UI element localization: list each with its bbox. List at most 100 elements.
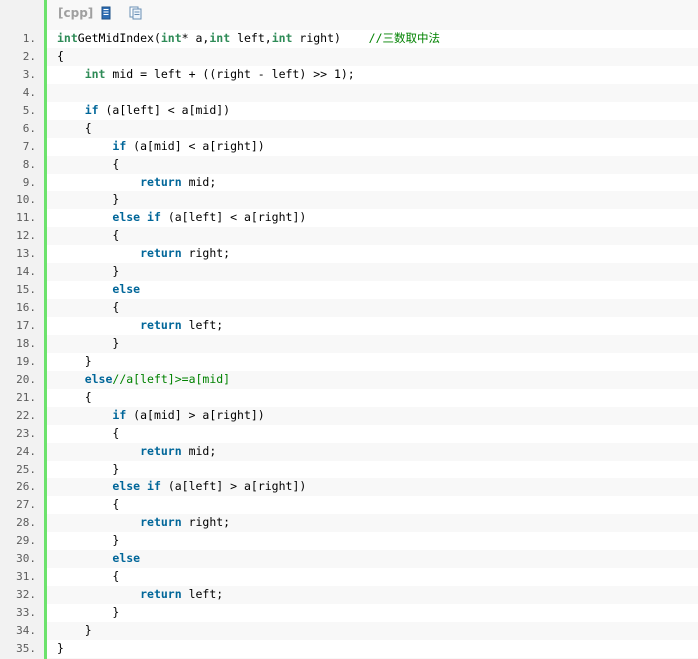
code-line: 8. {: [0, 155, 698, 174]
line-number: 4.: [22, 85, 36, 99]
keyword: return: [140, 587, 182, 602]
code-text: return left;: [47, 586, 698, 604]
code-text: if (a[mid] > a[right]): [47, 406, 698, 425]
code-token: right;: [181, 515, 231, 530]
line-number: 1.: [22, 32, 36, 45]
type-keyword: int: [160, 31, 182, 45]
code-text: }: [47, 334, 698, 353]
line-number: 10.: [16, 193, 36, 207]
copy-icon[interactable]: [129, 6, 143, 20]
code-text: return mid;: [47, 442, 698, 461]
view-source-icon[interactable]: [99, 6, 113, 20]
code-token: (a[mid] > a[right]): [126, 407, 265, 422]
code-text: {: [47, 155, 698, 174]
line-number: 7.: [22, 139, 36, 153]
code-token: {: [112, 300, 120, 315]
keyword: else: [112, 551, 141, 566]
code-token: {: [84, 120, 92, 135]
code-token: left,: [230, 31, 272, 45]
keyword: else: [112, 479, 141, 494]
code-line: 26. else if (a[left] > a[right]): [0, 478, 698, 497]
code-line: 13. return right;: [0, 245, 698, 264]
keyword: else: [112, 282, 141, 297]
code-block: [cpp] 1. intGetMidIndex(int* a,int left,i…: [0, 0, 698, 659]
code-text: {: [47, 227, 698, 246]
code-line: 2. {: [0, 47, 698, 66]
code-line: 28. return right;: [0, 514, 698, 533]
code-text: int mid = left + ((right - left) >> 1);: [47, 65, 698, 84]
code-token: }: [112, 461, 120, 476]
code-token: right): [292, 31, 369, 45]
code-token: left;: [181, 587, 224, 602]
code-text: return right;: [47, 514, 698, 533]
comment: //三数取中法: [368, 31, 440, 45]
code-toolbar: [cpp]: [47, 0, 698, 28]
code-text: else: [47, 550, 698, 569]
code-token: }: [112, 605, 120, 619]
code-text: {: [47, 119, 698, 138]
line-number: 19.: [16, 354, 36, 368]
code-line: 5. if (a[left] < a[mid]): [0, 101, 698, 120]
code-token: * a,: [181, 31, 210, 45]
line-number: 26.: [16, 480, 36, 494]
code-line: 9. return mid;: [0, 173, 698, 192]
keyword: else: [112, 210, 141, 225]
code-token: {: [112, 497, 120, 512]
keyword: else: [84, 371, 113, 386]
code-token: {: [84, 389, 92, 404]
type-keyword: int: [84, 66, 106, 81]
code-line: 1. intGetMidIndex(int* a,int left,int rig…: [0, 30, 698, 48]
code-line: 12. {: [0, 227, 698, 246]
line-number: 6.: [22, 121, 36, 135]
code-line: 35.}: [0, 639, 698, 658]
code-line: 14. }: [0, 263, 698, 282]
keyword: if: [112, 407, 127, 422]
code-token: }: [57, 640, 64, 655]
line-number: 11.: [16, 211, 36, 225]
line-number: 3.: [22, 67, 36, 81]
code-text: {: [47, 47, 698, 66]
line-number: 30.: [16, 552, 36, 566]
code-text: }: [47, 604, 698, 622]
code-line: 10. }: [0, 191, 698, 210]
code-token: right;: [181, 246, 231, 261]
code-line: 24. return mid;: [0, 442, 698, 461]
code-text: }: [47, 263, 698, 282]
keyword: return: [140, 246, 182, 261]
code-line: 21. {: [0, 388, 698, 407]
code-line: 4.: [0, 83, 698, 102]
code-line: 22. if (a[mid] > a[right]): [0, 406, 698, 425]
code-line: 32. return left;: [0, 586, 698, 604]
code-line: 23. {: [0, 424, 698, 443]
code-text: else if (a[left] < a[right]): [47, 209, 698, 228]
line-number: 32.: [16, 588, 36, 602]
code-token: }: [112, 533, 120, 548]
keyword: return: [140, 515, 182, 530]
keyword: return: [140, 318, 182, 332]
type-keyword: int: [209, 31, 231, 45]
code-line: 20. else//a[left]>=a[mid]: [0, 370, 698, 389]
code-text: }: [47, 191, 698, 210]
keyword: if: [112, 138, 127, 153]
line-number: 5.: [22, 103, 36, 117]
code-text: return left;: [47, 317, 698, 335]
code-token: {: [112, 569, 120, 584]
code-token: (a[left] < a[mid]): [98, 102, 231, 117]
line-number: 18.: [16, 336, 36, 350]
code-text: }: [47, 532, 698, 551]
code-line: 33. }: [0, 604, 698, 622]
line-number: 29.: [16, 534, 36, 548]
code-line: 11. else if (a[left] < a[right]): [0, 209, 698, 228]
code-text: else if (a[left] > a[right]): [47, 478, 698, 497]
code-token: }: [84, 353, 92, 368]
code-token: mid = left + ((right - left) >> 1);: [105, 66, 355, 81]
code-text: intGetMidIndex(int* a,int left,int right…: [47, 30, 698, 48]
code-line: 31. {: [0, 568, 698, 587]
code-text: {: [47, 299, 698, 317]
code-line: 17. return left;: [0, 317, 698, 335]
code-token: {: [57, 48, 64, 63]
comment: //a[left]>=a[mid]: [112, 371, 231, 386]
line-number: 27.: [16, 498, 36, 512]
code-line: 7. if (a[mid] < a[right]): [0, 137, 698, 156]
